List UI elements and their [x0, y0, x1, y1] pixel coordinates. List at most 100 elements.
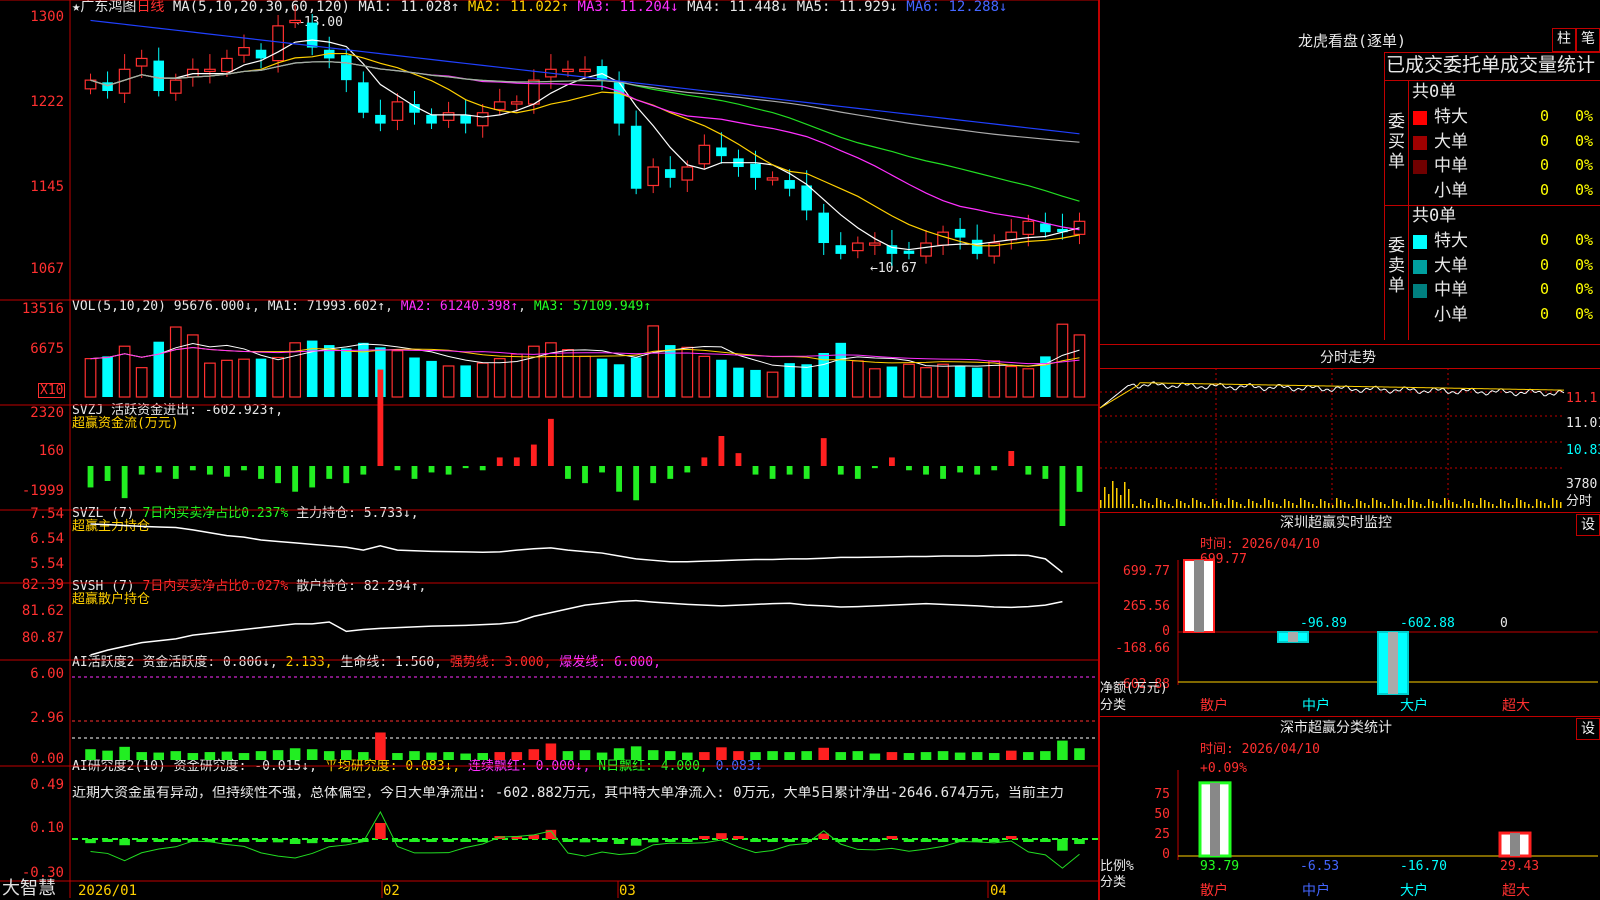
intraday-vol-bar — [1220, 503, 1222, 508]
order-count: 0 — [1540, 280, 1550, 298]
ai-activity-bar — [852, 751, 864, 760]
volume-bar — [647, 325, 660, 398]
order-percent: 0% — [1575, 231, 1594, 249]
ai-research-bar — [409, 839, 420, 842]
volume-bar — [153, 341, 165, 397]
intraday-vol-bar — [1516, 498, 1518, 508]
intraday-vol-bar — [1400, 503, 1402, 508]
ai-activity-bar — [596, 752, 608, 760]
intraday-vol-bar — [1112, 481, 1114, 508]
intraday-vol-bar — [1376, 500, 1378, 508]
pen-mode-button[interactable]: 笔 — [1576, 28, 1600, 52]
svsh-line — [90, 599, 1063, 656]
candle-body — [442, 112, 455, 121]
intraday-price-2: 11.01 — [1566, 416, 1600, 431]
candle-body — [579, 68, 591, 73]
ai-research-bar — [988, 839, 1000, 842]
ai-activity-bar — [102, 750, 113, 760]
divider — [1384, 52, 1385, 340]
volume-bar — [323, 345, 335, 397]
svzj-bar — [837, 466, 844, 475]
intraday-vol-bar — [1544, 503, 1546, 508]
side-label-char: 委 — [1388, 112, 1405, 132]
sz-class-bar-shade — [1510, 833, 1520, 856]
intraday-vol-bar — [1108, 494, 1110, 508]
ai-activity-bar — [579, 750, 591, 760]
intraday-vol-bar — [1292, 503, 1294, 508]
bar-mode-button[interactable]: 柱 — [1552, 28, 1576, 52]
sz-monitor-settings-button[interactable]: 设 — [1576, 514, 1600, 536]
candle-body — [903, 250, 915, 254]
ai-research-bar — [869, 839, 881, 842]
order-type-label: 大单 — [1434, 131, 1468, 152]
brand-logo[interactable]: 大智慧 — [2, 880, 56, 898]
intraday-vol-bar — [1384, 504, 1386, 508]
order-color-swatch — [1413, 259, 1427, 274]
candle-body — [784, 180, 795, 189]
intraday-vol-bar — [1320, 499, 1322, 508]
candle-body — [647, 166, 660, 187]
intraday-vol-bar — [1508, 503, 1510, 508]
intraday-chart[interactable] — [1099, 368, 1600, 518]
intraday-vol-bar — [1332, 505, 1334, 508]
date-02: 02 — [383, 883, 400, 899]
ma3-line — [90, 61, 1080, 231]
intraday-vol-bar — [1304, 500, 1306, 508]
candle-body — [203, 68, 216, 73]
ai-activity-bar — [272, 750, 284, 760]
candle-body — [238, 46, 250, 56]
svzj-bar — [889, 457, 895, 466]
intraday-vol-bar — [1248, 499, 1250, 508]
order-percent: 0% — [1575, 280, 1594, 298]
svzj-bar — [991, 466, 998, 471]
ai-activity-bar — [699, 752, 710, 760]
order-color-swatch — [1413, 135, 1427, 150]
intraday-vol-bar — [1324, 501, 1326, 508]
chart-area[interactable] — [0, 0, 1100, 900]
date-04: 04 — [990, 883, 1007, 899]
intraday-vol-bar — [1272, 502, 1274, 508]
sz-monitor-chart[interactable] — [1177, 559, 1598, 696]
dragon-header: 已成交委托单成交量统计 — [1386, 54, 1596, 76]
volume-bar — [733, 367, 744, 397]
volume-bar — [102, 356, 113, 397]
sz-monitor-axis-label: 0 — [1162, 624, 1170, 639]
ai-research-bar — [852, 839, 864, 842]
side-label-char: 买 — [1388, 132, 1405, 152]
order-percent: 0% — [1575, 180, 1594, 199]
volume-bar — [698, 355, 711, 398]
intraday-vol-bar — [1216, 501, 1218, 508]
sz-class-time: 时间: 2026/04/10 — [1200, 742, 1320, 757]
candle-body — [851, 242, 864, 252]
intraday-vol-bar — [1232, 500, 1234, 508]
sz-class-bar-shade — [1210, 782, 1220, 856]
sz-monitor-category: 大户 — [1400, 698, 1428, 714]
ai-activity-bar — [358, 752, 369, 760]
sz-class-chart[interactable] — [1177, 770, 1598, 870]
svzj-bar — [667, 466, 674, 479]
volume-bar — [886, 366, 898, 397]
order-percent: 0% — [1575, 304, 1594, 323]
ai-activity-bar — [204, 752, 216, 760]
date-2026-01: 2026/01 — [78, 883, 138, 899]
svzj-bar — [445, 466, 452, 475]
sz-class-settings-button[interactable]: 设 — [1576, 718, 1600, 740]
intraday-vol-bar — [1356, 499, 1358, 508]
intraday-vol-bar — [1396, 501, 1398, 508]
ai-research-bar — [426, 839, 437, 842]
intraday-vol-bar — [1380, 502, 1382, 508]
intraday-vol-bar — [1392, 499, 1394, 508]
ai-activity-bar — [545, 743, 557, 760]
intraday-vol-bar — [1284, 499, 1286, 508]
ai-activity-bar — [426, 752, 437, 760]
ai-activity-bar — [818, 747, 829, 760]
ai-research-bar — [750, 839, 761, 842]
svzj-bar — [735, 453, 742, 466]
intraday-vol-bar — [1492, 504, 1494, 508]
intraday-vol-bar — [1168, 504, 1170, 508]
ai-research-bar — [1023, 839, 1034, 842]
intraday-vol-bar — [1420, 504, 1422, 508]
volume-bar — [238, 358, 250, 398]
svzj-bar — [224, 466, 230, 477]
svzj-bar — [87, 466, 94, 488]
